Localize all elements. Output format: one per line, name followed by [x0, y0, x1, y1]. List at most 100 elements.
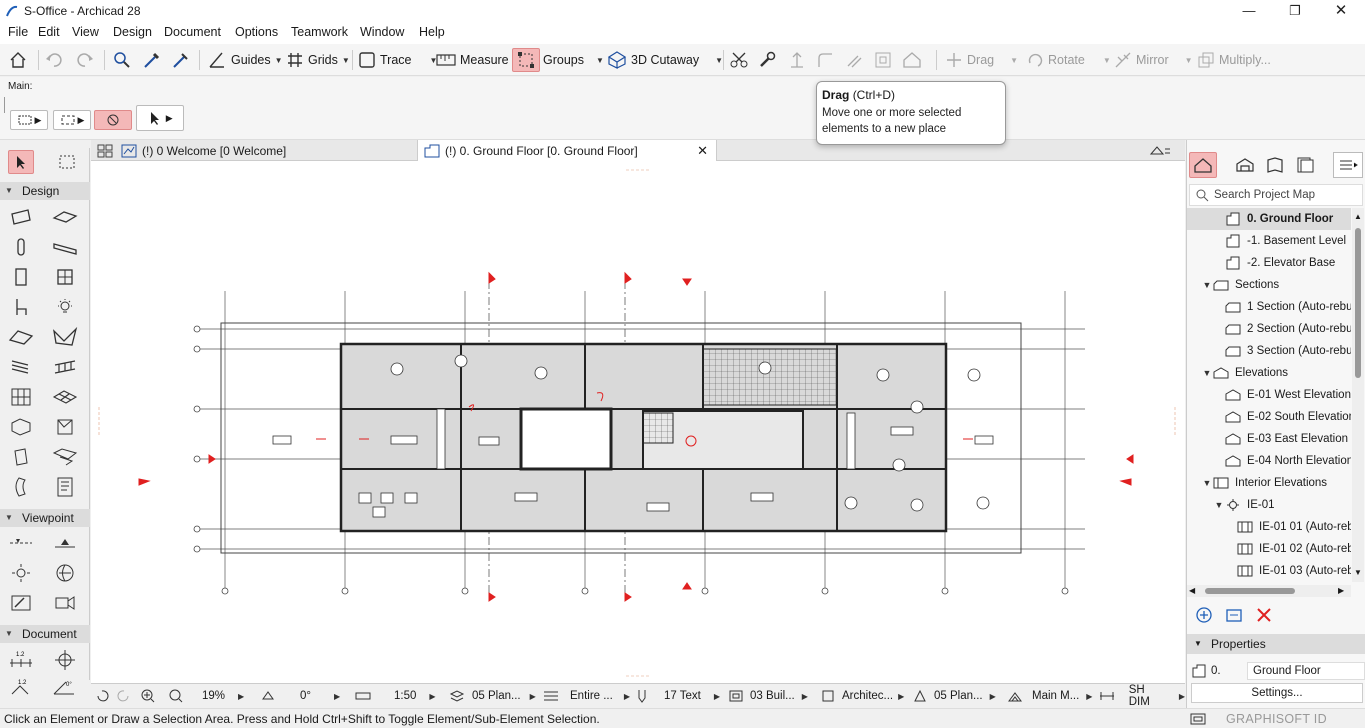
delete-button[interactable]: [1255, 606, 1273, 627]
close-window-button[interactable]: ✕: [1318, 0, 1364, 22]
partial-structure-field[interactable]: Main M... ▶: [1007, 686, 1092, 706]
adjust-button[interactable]: [757, 48, 777, 72]
railing-tool[interactable]: [52, 355, 78, 379]
graphisoft-id-area[interactable]: GRAPHISOFT ID: [1190, 710, 1365, 728]
undo-zoom-button[interactable]: [95, 686, 109, 706]
scroll-right-icon[interactable]: ▶: [1338, 586, 1344, 595]
pet-palette-toggle[interactable]: [94, 110, 132, 130]
camera-tool[interactable]: [52, 591, 78, 615]
scroll-up-icon[interactable]: ▲: [1354, 212, 1362, 221]
tree-group-elevations[interactable]: ▼ Elevations: [1187, 362, 1351, 384]
trace-button[interactable]: Trace ▼: [358, 48, 437, 72]
fillet-button[interactable]: [815, 48, 835, 72]
story-name-field[interactable]: Ground Floor: [1247, 662, 1365, 680]
menu-file[interactable]: File: [8, 25, 28, 39]
layer-combination-field[interactable]: 05 Plan... ▶: [449, 686, 536, 706]
orientation-field[interactable]: 0° ▶: [261, 686, 340, 706]
chevron-down-icon[interactable]: ▼: [1201, 280, 1213, 290]
tree-item-ie-01-03[interactable]: IE-01 03 (Auto-rebuild Model): [1187, 560, 1351, 582]
arrow-tool[interactable]: [8, 150, 34, 174]
new-folder-button[interactable]: [1225, 606, 1243, 627]
chevron-down-icon[interactable]: ▼: [1201, 478, 1213, 488]
roof-tool[interactable]: [8, 325, 34, 349]
scroll-left-icon[interactable]: ◀: [1189, 586, 1195, 595]
resize-button[interactable]: [873, 48, 893, 72]
beam-column-tool[interactable]: [8, 475, 34, 499]
object-library-tool[interactable]: [52, 475, 78, 499]
tree-item-north-elevation[interactable]: E-04 North Elevation: [1187, 450, 1351, 472]
section-viewpoint[interactable]: Viewpoint: [0, 509, 90, 527]
tree-item-ground-floor[interactable]: 0. Ground Floor: [1187, 208, 1351, 230]
restore-button[interactable]: ❐: [1272, 0, 1318, 22]
section-document[interactable]: Document: [0, 625, 90, 643]
settings-button[interactable]: Settings...: [1191, 683, 1363, 703]
door-tool[interactable]: [8, 265, 34, 289]
zoom-in-button[interactable]: [141, 686, 155, 706]
tree-horizontal-scrollbar[interactable]: ◀ ▶: [1187, 585, 1351, 597]
pick-up-parameters-button[interactable]: [141, 48, 161, 72]
tree-item-section-3[interactable]: 3 Section (Auto-rebuild Model): [1187, 340, 1351, 362]
section-tool[interactable]: [8, 531, 34, 555]
tab-overview-button[interactable]: [91, 140, 115, 161]
layout-book-tab[interactable]: [1261, 152, 1289, 178]
home-button[interactable]: [8, 48, 28, 72]
floor-plan-canvas[interactable]: [91, 161, 1185, 683]
tree-item-east-elevation[interactable]: E-03 East Elevation: [1187, 428, 1351, 450]
scroll-down-icon[interactable]: ▼: [1354, 568, 1362, 577]
scroll-thumb-horizontal[interactable]: [1205, 588, 1295, 594]
scroll-thumb[interactable]: [1355, 228, 1361, 378]
tree-item-west-elevation[interactable]: E-01 West Elevation: [1187, 384, 1351, 406]
level-dimension-tool[interactable]: 1.2: [8, 675, 34, 699]
menu-teamwork[interactable]: Teamwork: [291, 25, 348, 39]
menu-window[interactable]: Window: [360, 25, 404, 39]
angle-dimension-tool[interactable]: 0°: [52, 675, 78, 699]
tree-group-interior-elevations[interactable]: ▼ Interior Elevations: [1187, 472, 1351, 494]
menu-edit[interactable]: Edit: [38, 25, 60, 39]
split-button[interactable]: [729, 48, 749, 72]
properties-header[interactable]: ▼ Properties: [1187, 634, 1365, 654]
rotate-button[interactable]: Rotate ▼: [1026, 48, 1111, 72]
3d-cutaway-button[interactable]: 3D Cutaway ▼: [607, 48, 723, 72]
slab-tool[interactable]: [52, 205, 78, 229]
groups-menu[interactable]: Groups ▼: [543, 48, 604, 72]
tab-ground-floor[interactable]: (!) 0. Ground Floor [0. Ground Floor] ✕: [417, 140, 717, 161]
mesh-tool[interactable]: [52, 385, 78, 409]
menu-view[interactable]: View: [72, 25, 99, 39]
tree-group-sections[interactable]: ▼ Sections: [1187, 274, 1351, 296]
navigator-options-button[interactable]: [1333, 152, 1363, 178]
new-view-button[interactable]: [1195, 606, 1213, 627]
skylight-tool[interactable]: [8, 445, 34, 469]
zoom-field[interactable]: 19% ▶: [169, 686, 244, 706]
renovation-filter-field[interactable]: Architec... ▶: [821, 686, 904, 706]
section-design[interactable]: Design: [0, 182, 90, 200]
worksheet-tool[interactable]: [52, 561, 78, 585]
radial-dimension-tool[interactable]: [52, 647, 78, 671]
stair-tool[interactable]: [8, 355, 34, 379]
change-tool[interactable]: [8, 591, 34, 615]
elevation-tool[interactable]: [52, 531, 78, 555]
minimize-button[interactable]: —: [1226, 0, 1272, 22]
curtain-wall-tool[interactable]: [8, 385, 34, 409]
view-map-tab[interactable]: [1231, 152, 1259, 178]
redo-button[interactable]: [75, 48, 95, 72]
model-view-options-field[interactable]: 03 Buil... ▶: [729, 686, 808, 706]
tree-item-section-1[interactable]: 1 Section (Auto-rebuild Model): [1187, 296, 1351, 318]
arrow-tool-settings[interactable]: ▶: [136, 105, 184, 131]
dimension-standard-field[interactable]: SH DIM ▶: [1099, 684, 1185, 708]
measure-button[interactable]: Measure: [436, 48, 509, 72]
chevron-down-icon[interactable]: ▼: [1213, 500, 1225, 510]
menu-document[interactable]: Document: [164, 25, 221, 39]
menu-design[interactable]: Design: [113, 25, 152, 39]
project-map-search-field[interactable]: Search Project Map: [1189, 184, 1363, 206]
grids-button[interactable]: Grids ▼: [286, 48, 350, 72]
dimension-tool[interactable]: 1.2: [8, 647, 34, 671]
close-tab-icon[interactable]: ✕: [697, 143, 708, 159]
tab-welcome[interactable]: (!) 0 Welcome [0 Welcome]: [115, 140, 415, 161]
tree-group-ie-01[interactable]: ▼ IE-01: [1187, 494, 1351, 516]
publisher-sets-tab[interactable]: [1291, 152, 1319, 178]
selection-method-button[interactable]: ▶: [10, 110, 48, 130]
wall-tool[interactable]: [8, 205, 34, 229]
tab-view-options[interactable]: [1143, 140, 1183, 161]
interior-elevation-tool[interactable]: [8, 561, 34, 585]
lamp-tool[interactable]: [52, 295, 78, 319]
